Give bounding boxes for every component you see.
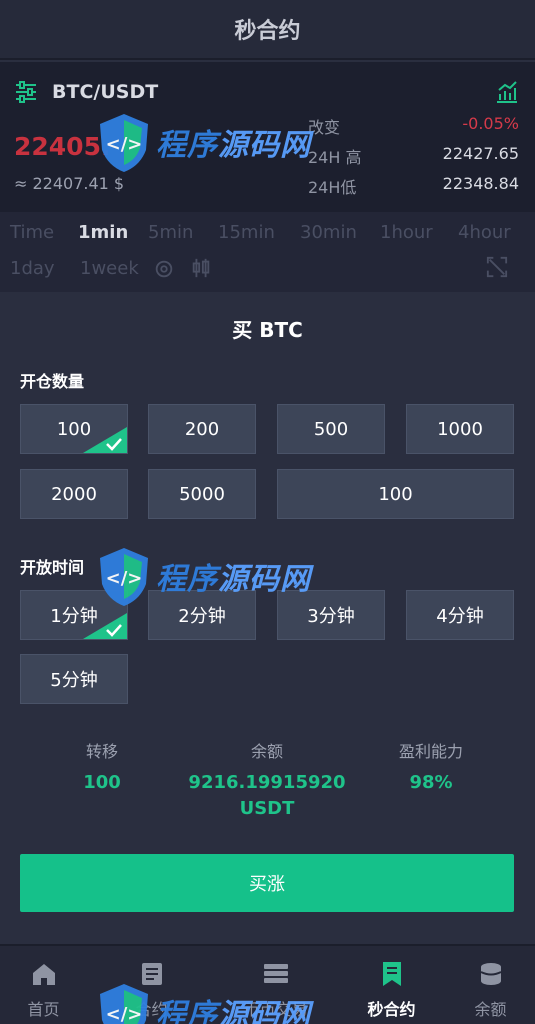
amount-input[interactable]: 100	[277, 469, 514, 519]
watermark-logo: </> 程序源码网	[96, 544, 311, 608]
svg-text:</>: </>	[106, 134, 143, 155]
sliders-icon[interactable]	[14, 80, 38, 104]
check-icon	[106, 624, 122, 637]
time-option-4min[interactable]: 4分钟	[406, 590, 514, 640]
amount-option-100[interactable]: 100	[20, 404, 128, 454]
app-header: 秒合约	[0, 0, 535, 60]
period-4hour[interactable]: 4hour	[458, 222, 511, 243]
period-selector: Time 1min 5min 15min 30min 1hour 4hour 1…	[0, 212, 535, 292]
svg-text:</>: </>	[106, 1004, 143, 1024]
amount-option-2000[interactable]: 2000	[20, 469, 128, 519]
buy-up-button[interactable]: 买涨	[20, 854, 514, 912]
amount-option-label: 1000	[437, 418, 483, 440]
stat-value-low: 22348.84	[442, 174, 519, 193]
svg-text:</>: </>	[106, 568, 143, 589]
stat-label-low: 24H低	[308, 178, 357, 197]
fullscreen-icon[interactable]	[486, 256, 508, 278]
home-icon	[32, 964, 55, 985]
panel-title: 买 BTC	[232, 318, 303, 342]
period-1day[interactable]: 1day	[10, 258, 55, 279]
time-option-label: 5分钟	[50, 670, 98, 691]
amount-option-500[interactable]: 500	[277, 404, 385, 454]
stat-value-change: -0.05%	[462, 114, 519, 133]
chart-icon[interactable]	[495, 80, 519, 104]
amount-section-label: 开仓数量	[20, 372, 85, 391]
approx-price: ≈ 22407.41 $	[14, 174, 125, 193]
stat-value-high: 22427.65	[442, 144, 519, 163]
amount-option-label: 5000	[179, 483, 225, 505]
candlestick-icon[interactable]	[190, 257, 212, 279]
time-option-label: 4分钟	[436, 606, 484, 627]
time-section-label: 开放时间	[20, 558, 85, 577]
tab-label: 余额	[474, 1000, 507, 1019]
profitability-label: 盈利能力	[398, 742, 463, 761]
shield-icon: </>	[100, 114, 148, 172]
stat-label-high: 24H 高	[308, 148, 362, 167]
transfer-value: 100	[83, 772, 121, 793]
time-option-label: 3分钟	[307, 606, 355, 627]
watermark-text-a: 程序	[156, 562, 218, 597]
amount-option-label: 500	[313, 418, 349, 440]
transfer-label: 转移	[85, 742, 118, 761]
pair-selector[interactable]: BTC/USDT	[14, 80, 158, 104]
period-1min[interactable]: 1min	[78, 222, 128, 243]
profitability-value: 98%	[409, 772, 453, 793]
shield-icon: </>	[100, 548, 148, 606]
tab-balance[interactable]: 余额	[437, 946, 535, 1024]
watermark-logo: </> 程序源码网	[96, 110, 311, 174]
period-15min[interactable]: 15min	[218, 222, 275, 243]
amount-option-200[interactable]: 200	[148, 404, 256, 454]
tab-second-contract[interactable]: 秒合约	[338, 946, 445, 1024]
check-icon	[106, 438, 122, 451]
balance-label: 余额	[250, 742, 283, 761]
period-1hour[interactable]: 1hour	[380, 222, 433, 243]
tab-label: 首页	[27, 1000, 60, 1019]
shield-icon: </>	[100, 984, 148, 1024]
amount-option-5000[interactable]: 5000	[148, 469, 256, 519]
bookmark-icon	[382, 962, 401, 986]
balance-value: 9216.19915920 USDT	[188, 772, 346, 819]
watermark-text-b: 源码网	[218, 562, 311, 597]
amount-input-value: 100	[378, 483, 413, 505]
watermark-text-a: 程序	[156, 128, 218, 163]
tab-label: 秒合约	[367, 1000, 416, 1019]
amount-option-label: 200	[184, 418, 220, 440]
period-5min[interactable]: 5min	[148, 222, 193, 243]
time-option-5min[interactable]: 5分钟	[20, 654, 128, 704]
watermark-logo: </> 程序源码网	[96, 980, 311, 1024]
page-title: 秒合约	[234, 19, 301, 44]
order-panel: 买 BTC 开仓数量 100 200 500 1000 2000 5000 10…	[0, 292, 535, 944]
stat-label-change: 改变	[308, 118, 341, 137]
period-1week[interactable]: 1week	[80, 258, 139, 279]
watermark-text-a: 程序	[156, 998, 218, 1024]
watermark-text-b: 源码网	[218, 128, 311, 163]
watermark-text-b: 源码网	[218, 998, 311, 1024]
pair-name: BTC/USDT	[52, 81, 159, 103]
settings-icon[interactable]	[153, 258, 175, 280]
tab-home[interactable]: 首页	[0, 946, 97, 1024]
wallet-icon	[480, 963, 501, 985]
period-30min[interactable]: 30min	[300, 222, 357, 243]
amount-option-label: 2000	[51, 483, 97, 505]
period-time[interactable]: Time	[10, 222, 54, 243]
amount-option-1000[interactable]: 1000	[406, 404, 514, 454]
